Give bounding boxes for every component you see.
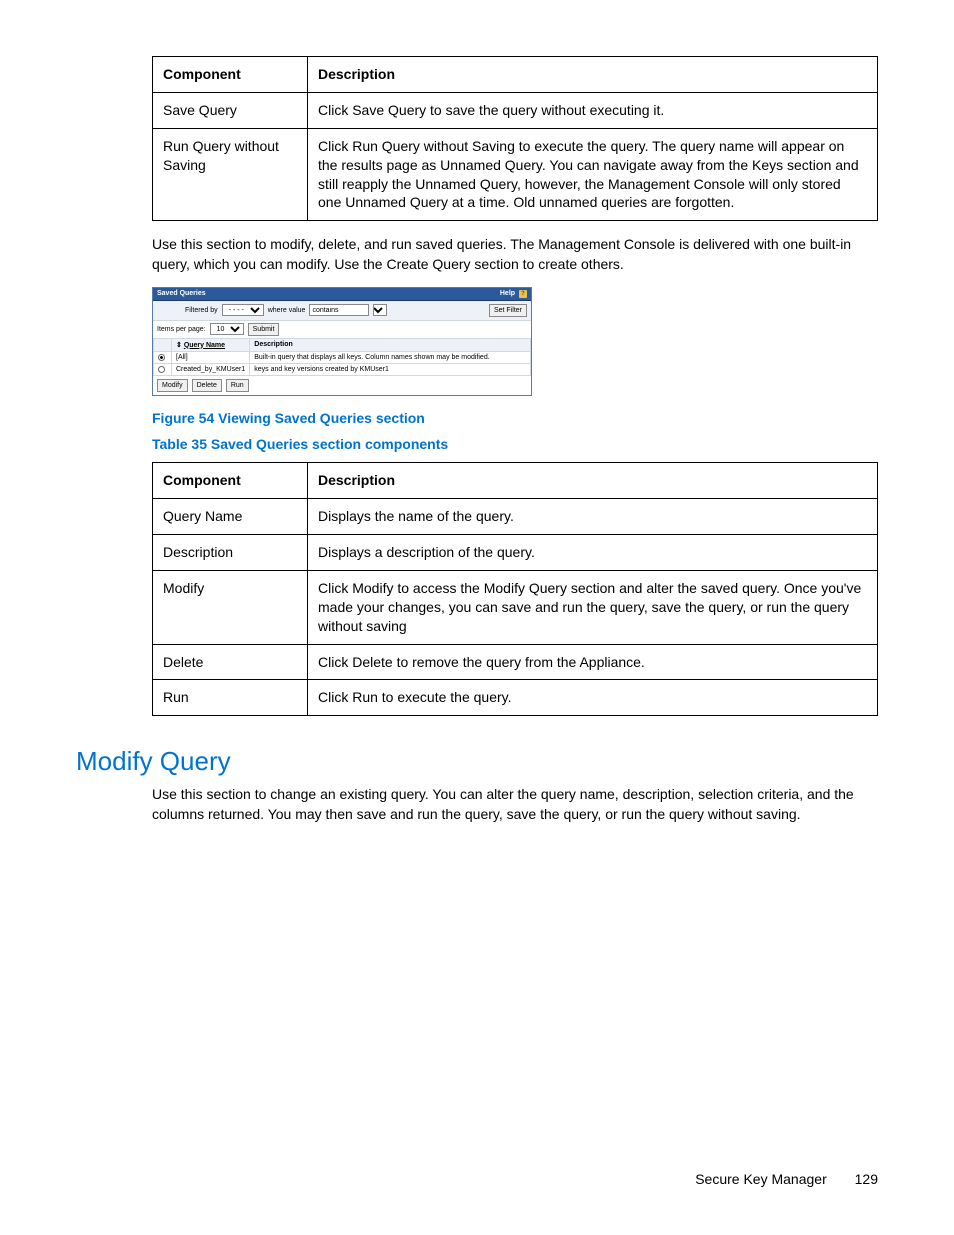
row-radio[interactable] [158, 366, 165, 373]
table-row[interactable]: [All] Built-in query that displays all k… [154, 351, 531, 363]
table-row: Run Click Run to execute the query. [153, 680, 878, 716]
table-row[interactable]: Created_by_KMUser1 keys and key versions… [154, 363, 531, 375]
component-cell: Run [153, 680, 308, 716]
intro-paragraph: Use this section to modify, delete, and … [152, 235, 878, 274]
table2-head-description: Description [308, 463, 878, 499]
filter-value-input[interactable] [309, 304, 369, 316]
items-per-page-label: Items per page: [157, 326, 206, 333]
filter-extra-select[interactable] [373, 304, 387, 316]
description-cell: Displays the name of the query. [308, 499, 878, 535]
delete-button[interactable] [192, 379, 222, 392]
figure-caption: Figure 54 Viewing Saved Queries section [152, 410, 878, 426]
saved-queries-screenshot: Saved Queries Help ? Filtered by - - - -… [152, 287, 532, 397]
query-name-cell: [All] [172, 351, 250, 363]
run-button[interactable] [226, 379, 249, 392]
modify-button[interactable] [157, 379, 188, 392]
component-cell: Save Query [153, 92, 308, 128]
table2-head-component: Component [153, 463, 308, 499]
query-desc-cell: Built-in query that displays all keys. C… [250, 351, 531, 363]
table-row: Delete Click Delete to remove the query … [153, 644, 878, 680]
component-table-2: Component Description Query Name Display… [152, 462, 878, 716]
description-cell: Click Save Query to save the query witho… [308, 92, 878, 128]
component-cell: Query Name [153, 499, 308, 535]
submit-button[interactable] [248, 323, 280, 336]
query-name-cell: Created_by_KMUser1 [172, 363, 250, 375]
where-value-label: where value [268, 307, 306, 314]
query-name-header[interactable]: Query Name [184, 342, 225, 349]
section-heading: Modify Query [76, 746, 878, 777]
table-caption: Table 35 Saved Queries section component… [152, 436, 878, 452]
query-desc-cell: keys and key versions created by KMUser1 [250, 363, 531, 375]
component-table-1: Component Description Save Query Click S… [152, 56, 878, 221]
saved-queries-inner-table: ⇕ Query Name Description [All] Built-in … [153, 338, 531, 377]
set-filter-button[interactable] [489, 304, 527, 317]
description-cell: Click Run Query without Saving to execut… [308, 128, 878, 221]
table-row: Modify Click Modify to access the Modify… [153, 570, 878, 644]
help-icon[interactable]: ? [519, 290, 527, 298]
table1-head-description: Description [308, 57, 878, 93]
component-cell: Modify [153, 570, 308, 644]
panel-title: Saved Queries [157, 290, 206, 298]
description-cell: Click Run to execute the query. [308, 680, 878, 716]
table-row: Query Name Displays the name of the quer… [153, 499, 878, 535]
filtered-by-label: Filtered by [185, 307, 218, 314]
table-row: Run Query without Saving Click Run Query… [153, 128, 878, 221]
row-radio[interactable] [158, 354, 165, 361]
component-cell: Delete [153, 644, 308, 680]
component-cell: Run Query without Saving [153, 128, 308, 221]
table1-head-component: Component [153, 57, 308, 93]
description-cell: Click Modify to access the Modify Query … [308, 570, 878, 644]
component-cell: Description [153, 535, 308, 571]
page-number: 129 [855, 1171, 878, 1187]
table-row: Save Query Click Save Query to save the … [153, 92, 878, 128]
filter-field-select[interactable]: - - - - [222, 304, 264, 316]
table-row: Description Displays a description of th… [153, 535, 878, 571]
page-footer: Secure Key Manager 129 [695, 1171, 878, 1187]
doc-title: Secure Key Manager [695, 1171, 827, 1187]
description-cell: Displays a description of the query. [308, 535, 878, 571]
description-cell: Click Delete to remove the query from th… [308, 644, 878, 680]
items-per-page-select[interactable]: 10 [210, 323, 244, 335]
help-link[interactable]: Help [500, 290, 515, 297]
description-header: Description [250, 338, 531, 351]
section-paragraph: Use this section to change an existing q… [152, 785, 878, 824]
